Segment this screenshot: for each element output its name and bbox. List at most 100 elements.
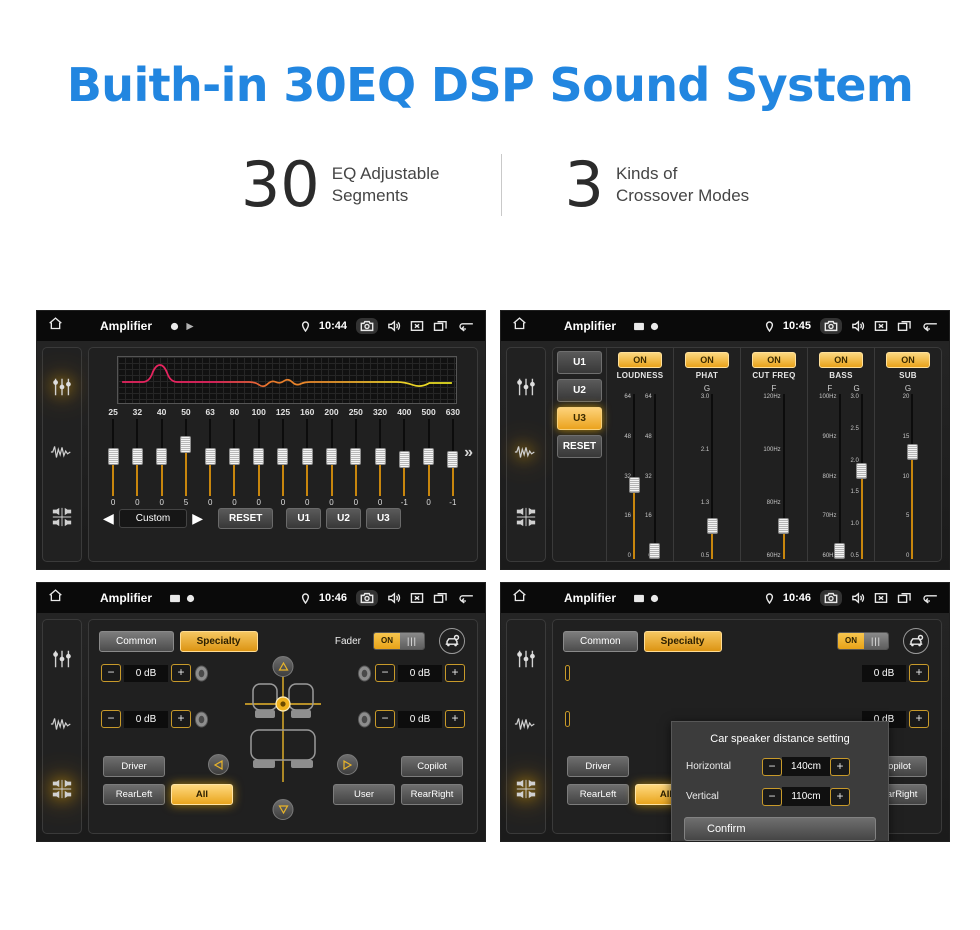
waveform-icon[interactable] [514, 715, 538, 738]
fader-toggle[interactable]: ON ||| [372, 632, 425, 650]
seat-button-user[interactable]: User [333, 784, 395, 805]
eq-slider[interactable]: 0 [416, 419, 440, 507]
dsp-on-button[interactable]: ON [685, 352, 729, 368]
decrease-button[interactable] [565, 665, 571, 681]
eq-slider[interactable]: -1 [441, 419, 465, 507]
eq-slider[interactable]: 0 [101, 419, 125, 507]
eq-slider-track[interactable] [374, 419, 386, 496]
eq-slider[interactable]: 0 [222, 419, 246, 507]
eq-slider[interactable]: 0 [125, 419, 149, 507]
eq-slider-track[interactable] [131, 419, 143, 496]
eq-slider[interactable]: 0 [198, 419, 222, 507]
right-arrow-icon[interactable] [337, 754, 359, 775]
equalizer-sliders-icon[interactable] [515, 376, 537, 403]
eq-slider-knob[interactable] [398, 450, 410, 468]
home-icon[interactable] [47, 316, 64, 336]
eq-slider[interactable]: 0 [344, 419, 368, 507]
dsp-on-button[interactable]: ON [886, 352, 930, 368]
tab-specialty[interactable]: Specialty [643, 630, 722, 652]
dsp-slider-knob[interactable] [856, 463, 868, 480]
eq-slider-track[interactable] [423, 419, 435, 496]
dsp-slider-track[interactable] [856, 394, 868, 559]
increase-button[interactable]: + [445, 664, 465, 682]
dsp-slider-knob[interactable] [649, 543, 661, 559]
eq-slider-track[interactable] [107, 419, 119, 496]
preset-u1-button[interactable]: U1 [286, 508, 322, 529]
seat-diagram[interactable] [235, 660, 331, 795]
tab-common[interactable]: Common [99, 630, 174, 652]
waveform-icon[interactable] [514, 443, 538, 466]
decrease-button[interactable] [565, 711, 571, 727]
dsp-slider[interactable]: 644832160 [645, 384, 661, 559]
dsp-slider[interactable]: 644832160 [624, 384, 640, 559]
dsp-on-button[interactable]: ON [819, 352, 863, 368]
increase-button[interactable]: + [830, 757, 850, 776]
eq-slider[interactable]: 0 [319, 419, 343, 507]
preset-u3-button[interactable]: U3 [365, 508, 401, 529]
eq-slider-knob[interactable] [277, 448, 289, 466]
eq-slider-track[interactable] [447, 419, 459, 496]
preset-u2-button[interactable]: U2 [326, 508, 361, 529]
dsp-slider-knob[interactable] [834, 543, 845, 559]
eq-slider-knob[interactable] [350, 448, 362, 466]
tab-specialty[interactable]: Specialty [179, 630, 258, 652]
decrease-button[interactable]: − [762, 757, 782, 776]
balance-fader-icon[interactable] [51, 506, 73, 533]
dsp-slider-track[interactable] [628, 394, 640, 559]
dsp-on-button[interactable]: ON [618, 352, 662, 368]
decrease-button[interactable]: − [375, 710, 395, 728]
seat-button-rearleft[interactable]: RearLeft [103, 784, 165, 805]
dsp-slider[interactable]: G 3.0 2.1 1.3 0.5 [701, 384, 718, 559]
eq-slider-track[interactable] [156, 419, 168, 496]
eq-slider-track[interactable] [277, 419, 289, 496]
balance-fader-icon[interactable] [51, 778, 73, 805]
dsp-slider-knob[interactable] [778, 517, 790, 534]
decrease-button[interactable]: − [762, 787, 782, 806]
equalizer-sliders-icon[interactable] [51, 648, 73, 675]
dsp-slider[interactable]: G 20 15 10 5 0 [903, 384, 918, 559]
eq-slider-knob[interactable] [107, 448, 119, 466]
eq-slider-knob[interactable] [228, 448, 240, 466]
dsp-slider-track[interactable] [834, 394, 845, 559]
dsp-reset-button[interactable]: RESET [557, 435, 602, 458]
eq-slider-track[interactable] [398, 419, 410, 496]
next-page-chevron-icon[interactable]: » [464, 444, 473, 462]
eq-slider-knob[interactable] [447, 450, 459, 468]
confirm-button[interactable]: Confirm [684, 817, 876, 841]
dsp-slider[interactable]: F 100Hz 90Hz 80Hz 70Hz 60Hz [819, 384, 845, 559]
camera-icon[interactable] [820, 318, 842, 334]
seat-button-copilot[interactable]: Copilot [401, 756, 463, 777]
eq-slider[interactable]: 0 [150, 419, 174, 507]
eq-slider-knob[interactable] [326, 448, 338, 466]
home-icon[interactable] [47, 588, 64, 608]
increase-button[interactable]: + [830, 787, 850, 806]
increase-button[interactable]: + [171, 664, 191, 682]
eq-slider-track[interactable] [253, 419, 265, 496]
decrease-button[interactable]: − [101, 664, 121, 682]
waveform-icon[interactable] [50, 443, 74, 466]
camera-icon[interactable] [356, 590, 378, 606]
car-gear-icon[interactable] [903, 628, 929, 654]
dsp-slider-track[interactable] [706, 394, 718, 559]
increase-button[interactable]: + [445, 710, 465, 728]
eq-slider-track[interactable] [180, 419, 192, 496]
tab-common[interactable]: Common [563, 630, 638, 652]
dsp-slider-knob[interactable] [706, 517, 718, 534]
eq-slider-knob[interactable] [180, 435, 192, 453]
camera-icon[interactable] [356, 318, 378, 334]
eq-slider[interactable]: 0 [247, 419, 271, 507]
dsp-slider-track[interactable] [778, 394, 790, 559]
decrease-button[interactable]: − [101, 710, 121, 728]
eq-slider[interactable]: 0 [271, 419, 295, 507]
increase-button[interactable]: + [171, 710, 191, 728]
camera-icon[interactable] [820, 590, 842, 606]
left-arrow-icon[interactable] [207, 754, 229, 775]
eq-slider-knob[interactable] [423, 448, 435, 466]
eq-slider-knob[interactable] [253, 448, 265, 466]
eq-slider-track[interactable] [204, 419, 216, 496]
dsp-u1-button[interactable]: U1 [557, 351, 602, 374]
increase-button[interactable]: + [909, 664, 929, 682]
car-gear-icon[interactable] [439, 628, 465, 654]
eq-slider-track[interactable] [228, 419, 240, 496]
preset-name[interactable]: Custom [118, 509, 188, 528]
